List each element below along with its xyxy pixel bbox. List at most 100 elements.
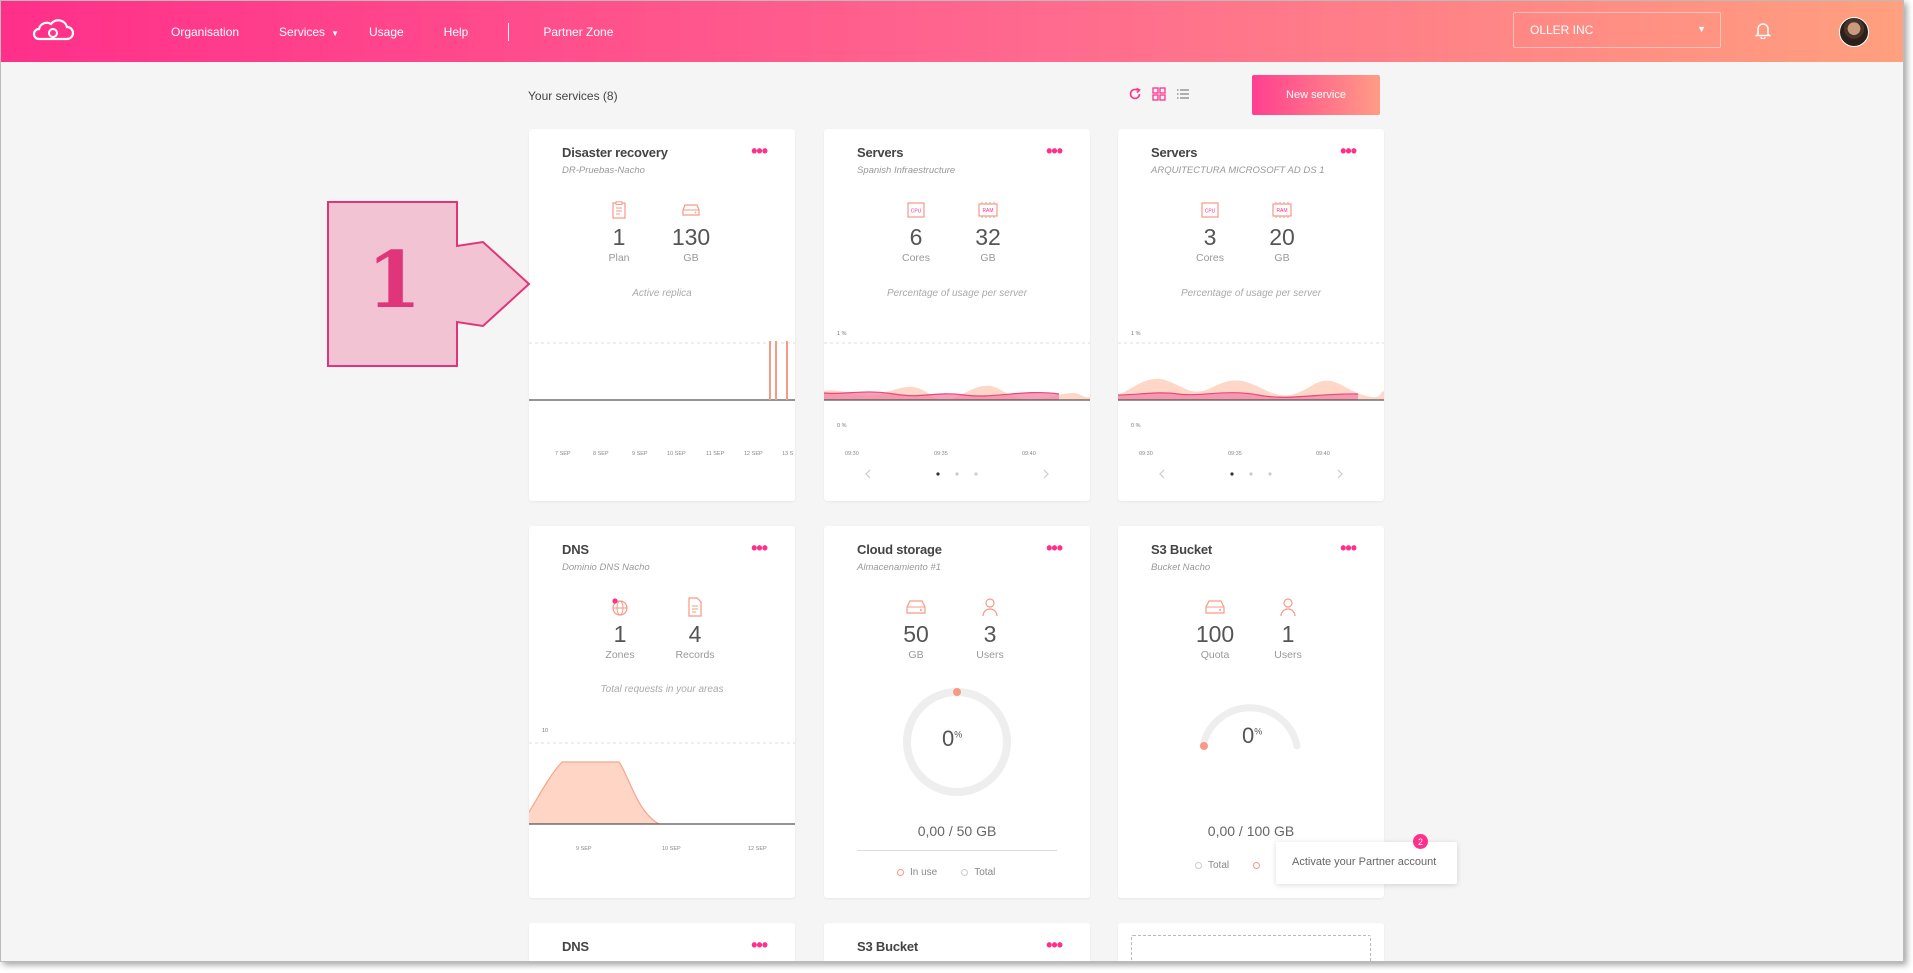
more-options-icon[interactable]: ••• xyxy=(751,935,768,956)
gauge-value: 0 xyxy=(942,726,955,751)
stat-value: 20 xyxy=(1269,224,1295,250)
legend-label: In use xyxy=(910,867,938,878)
organisation-select[interactable]: OLLER INC ▼ xyxy=(1513,12,1721,48)
replica-bars xyxy=(769,341,788,400)
chevron-right-icon[interactable] xyxy=(1043,469,1049,479)
y-tick: 0 % xyxy=(1131,423,1141,429)
chevron-left-icon[interactable] xyxy=(1159,469,1165,479)
stat-value: 3 xyxy=(1203,224,1217,250)
stat-label: GB xyxy=(908,649,924,661)
organisation-select-value: OLLER INC xyxy=(1530,23,1594,37)
stat-value: 6 xyxy=(909,224,923,250)
stat-label: Quota xyxy=(1200,649,1230,661)
nav-partner-zone[interactable]: Partner Zone xyxy=(543,25,613,39)
cpu-icon: CPU xyxy=(1175,199,1245,221)
stat-records: 4 Records xyxy=(660,596,730,661)
y-tick: 0 % xyxy=(837,423,847,429)
card-title: S3 Bucket xyxy=(857,939,919,954)
x-axis-ticks: 09:30 09:35 09:40 xyxy=(824,451,1090,461)
service-card-disaster-recovery[interactable]: Disaster recovery DR-Pruebas-Nacho ••• 1… xyxy=(529,129,795,501)
x-tick: 8 SEP xyxy=(593,451,609,457)
stat-plan: 1 Plan xyxy=(584,199,654,264)
x-axis-ticks: 7 SEP 8 SEP 9 SEP 10 SEP 11 SEP 12 SEP 1… xyxy=(529,451,795,461)
card-subtitle: Spanish Infraestructure xyxy=(857,165,956,176)
x-tick: 09:35 xyxy=(1228,451,1242,457)
more-options-icon[interactable]: ••• xyxy=(751,141,768,162)
card-subtitle: Bucket Nacho xyxy=(1151,562,1211,573)
grid-view-icon[interactable] xyxy=(1152,87,1166,101)
x-tick: 09:40 xyxy=(1316,451,1330,457)
chart-caption: Percentage of usage per server xyxy=(1180,288,1322,299)
legend: Total xyxy=(1195,860,1266,871)
chevron-left-icon[interactable] xyxy=(865,469,871,479)
stat-label: Records xyxy=(675,649,715,661)
x-tick: 10 SEP xyxy=(667,451,686,457)
legend-label: Total xyxy=(974,867,996,878)
stat-label: GB xyxy=(980,252,996,264)
legend-in-use: In use xyxy=(897,867,937,878)
card-title: DNS xyxy=(562,939,589,954)
chevron-down-icon: ▼ xyxy=(1697,24,1706,34)
x-tick: 7 SEP xyxy=(555,451,571,457)
stat-cores: CPU 6 Cores xyxy=(881,199,951,264)
hard-drive-icon xyxy=(1180,596,1250,618)
hard-drive-icon xyxy=(881,596,951,618)
svg-text:CPU: CPU xyxy=(1205,209,1216,215)
divider xyxy=(857,850,1057,851)
cloud-logo[interactable] xyxy=(31,19,75,43)
more-options-icon[interactable]: ••• xyxy=(1046,538,1063,559)
legend: In use Total xyxy=(897,867,995,878)
stat-label: Users xyxy=(1274,649,1302,661)
percent-sign: % xyxy=(1254,726,1263,737)
stat-label: GB xyxy=(683,252,699,264)
svg-text:RAM: RAM xyxy=(982,208,993,214)
stat-value: 1 xyxy=(613,621,627,647)
nav-usage[interactable]: Usage xyxy=(369,25,404,39)
avatar[interactable] xyxy=(1839,17,1869,47)
chevron-right-icon[interactable] xyxy=(1337,469,1343,479)
refresh-icon[interactable] xyxy=(1128,87,1142,101)
service-card-s3-bucket[interactable]: S3 Bucket ••• xyxy=(824,923,1090,961)
partner-account-notification[interactable]: Activate your Partner account xyxy=(1276,842,1457,884)
service-card-dns[interactable]: DNS ••• xyxy=(529,923,795,961)
more-options-icon[interactable]: ••• xyxy=(1340,538,1357,559)
dns-requests-chart xyxy=(529,742,795,825)
service-card-cloud-storage[interactable]: Cloud storage Almacenamiento #1 ••• 50 G… xyxy=(824,526,1090,898)
stat-value: 4 xyxy=(688,621,702,647)
bell-icon[interactable] xyxy=(1755,21,1771,39)
nav-services[interactable]: Services ▼ xyxy=(279,25,339,39)
user-icon xyxy=(1253,596,1323,618)
gauge-value: 0 xyxy=(1242,723,1255,748)
service-card-dns[interactable]: DNS Dominio DNS Nacho ••• 1 Zones 4 Reco… xyxy=(529,526,795,898)
view-toolbar xyxy=(1128,87,1190,101)
card-title: Servers xyxy=(857,145,904,160)
chart-caption: Total requests in your areas xyxy=(600,684,724,695)
service-card-servers[interactable]: Servers Spanish Infraestructure ••• CPU … xyxy=(824,129,1090,501)
more-options-icon[interactable]: ••• xyxy=(1340,141,1357,162)
list-view-icon[interactable] xyxy=(1176,87,1190,101)
nav-help[interactable]: Help xyxy=(444,25,469,39)
more-options-icon[interactable]: ••• xyxy=(1046,935,1063,956)
more-options-icon[interactable]: ••• xyxy=(751,538,768,559)
stat-storage: 130 GB xyxy=(656,199,726,264)
add-service-card[interactable] xyxy=(1118,923,1384,961)
x-tick: 11 SEP xyxy=(706,451,725,457)
more-options-icon[interactable]: ••• xyxy=(1046,141,1063,162)
card-subtitle: Almacenamiento #1 xyxy=(857,562,941,573)
document-icon xyxy=(660,596,730,618)
service-card-servers[interactable]: Servers ARQUITECTURA MICROSOFT AD DS 1 •… xyxy=(1118,129,1384,501)
x-tick: 09:35 xyxy=(934,451,948,457)
x-tick: 09:30 xyxy=(1139,451,1153,457)
new-service-button[interactable]: New service xyxy=(1252,75,1380,115)
stat-label: Zones xyxy=(605,649,635,661)
stat-value: 1 xyxy=(612,224,626,250)
stat-zones: 1 Zones xyxy=(585,596,655,661)
ram-icon: RAM xyxy=(1247,199,1317,221)
legend-in-use xyxy=(1253,860,1266,871)
add-service-dropzone[interactable] xyxy=(1131,935,1371,961)
stat-users: 3 Users xyxy=(955,596,1025,661)
nav-organisation[interactable]: Organisation xyxy=(171,25,239,39)
stat-value: 32 xyxy=(975,224,1001,250)
card-title: S3 Bucket xyxy=(1151,542,1213,557)
chart-caption: Percentage of usage per server xyxy=(886,288,1028,299)
